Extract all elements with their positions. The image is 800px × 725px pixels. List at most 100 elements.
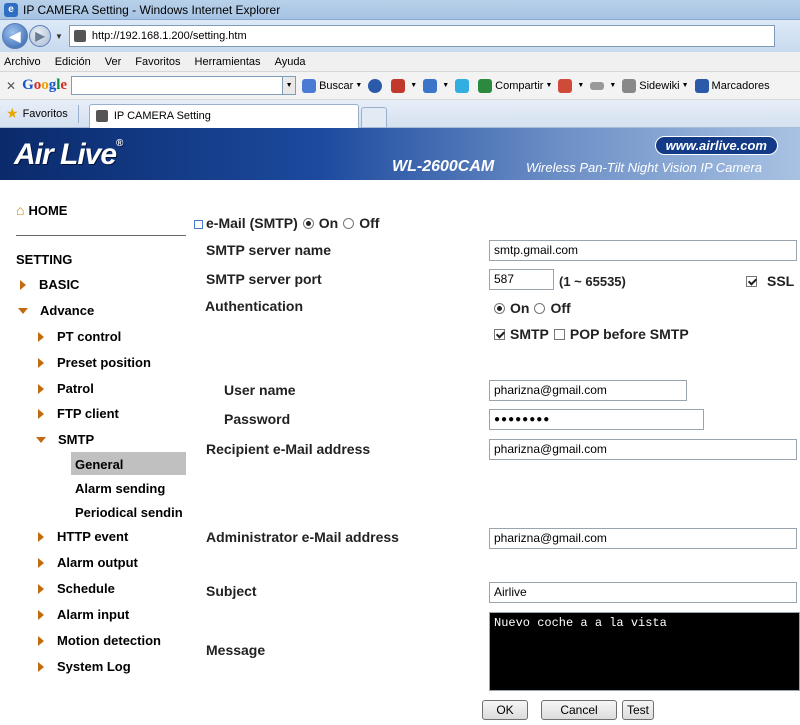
sidebar-item-smtp[interactable]: SMTP	[36, 432, 94, 447]
auth-off-label: Off	[550, 300, 571, 316]
menu-favoritos[interactable]: Favoritos	[135, 56, 180, 68]
email-on-label: On	[318, 215, 339, 231]
auth-method-options: SMTP POP before SMTP	[494, 326, 694, 342]
back-button[interactable]: ◀	[2, 23, 28, 49]
smtp-server-name-label: SMTP server name	[206, 242, 332, 258]
email-off-radio[interactable]	[343, 217, 355, 229]
triangle-right-icon	[38, 635, 44, 646]
menu-bar: Archivo Edición Ver Favoritos Herramient…	[0, 52, 800, 72]
subject-input[interactable]: Airlive	[489, 582, 797, 603]
forward-button[interactable]: ▶	[29, 25, 51, 47]
sidebar-item-advance[interactable]: Advance	[18, 303, 94, 318]
test-button[interactable]: Test	[622, 700, 654, 720]
username-input[interactable]: pharizna@gmail.com	[489, 380, 687, 401]
home-link[interactable]: ⌂ HOME	[16, 202, 67, 218]
triangle-down-icon	[18, 307, 28, 314]
favorites-button[interactable]: Favoritos	[23, 108, 68, 120]
admin-email-label: Administrator e-Mail address	[206, 529, 399, 545]
ok-button[interactable]: OK	[482, 700, 528, 720]
plus-button[interactable]: ▼	[423, 78, 449, 93]
buscar-button[interactable]: Buscar ▼	[302, 78, 362, 93]
recipient-email-input[interactable]: pharizna@gmail.com	[489, 439, 797, 460]
message-textarea[interactable]: Nuevo coche a a la vista	[489, 612, 800, 691]
globe-button[interactable]	[368, 78, 385, 93]
autofill-button[interactable]: ▼	[590, 81, 616, 90]
triangle-down-icon	[36, 436, 46, 443]
password-input[interactable]: ●●●●●●●●	[489, 409, 704, 430]
email-off-label: Off	[359, 215, 380, 231]
sidebar-item-alarm-input[interactable]: Alarm input	[38, 607, 129, 622]
sidebar-item-pt-control[interactable]: PT control	[38, 329, 121, 344]
twitter-icon	[455, 78, 470, 93]
divider	[16, 235, 186, 236]
browser-tab-ip-camera[interactable]: IP CAMERA Setting	[88, 103, 359, 128]
triangle-right-icon	[38, 383, 44, 394]
menu-edicion[interactable]: Edición	[55, 56, 91, 68]
close-toolbar-icon[interactable]: ✕	[6, 79, 16, 93]
website-badge[interactable]: www.airlive.com	[654, 136, 778, 155]
settings-sidebar: ⌂ HOME SETTING BASIC Advance PT control …	[0, 180, 186, 725]
admin-email-input[interactable]: pharizna@gmail.com	[489, 528, 797, 549]
smtp-server-port-input[interactable]: 587	[489, 269, 554, 290]
menu-herramientas[interactable]: Herramientas	[195, 56, 261, 68]
email-smtp-label: e-Mail (SMTP)	[194, 215, 298, 231]
popup-blocker-icon	[558, 78, 573, 93]
authentication-label: Authentication	[205, 298, 303, 314]
google-toolbar: ✕ Google ▼ Buscar ▼ ▼ ▼ Compartir ▼ ▼ ▼ Si…	[0, 72, 800, 100]
page-viewport: Air Live® www.airlive.com WL-2600CAM Wir…	[0, 128, 800, 725]
email-smtp-row: e-Mail (SMTP) On Off	[194, 215, 384, 231]
form-icon	[590, 81, 605, 90]
auth-off-radio[interactable]	[534, 302, 546, 314]
sidebar-item-ftp-client[interactable]: FTP client	[38, 406, 119, 421]
sidebar-item-system-log[interactable]: System Log	[38, 659, 131, 674]
tools-button[interactable]: ▼	[391, 78, 417, 93]
menu-archivo[interactable]: Archivo	[4, 56, 41, 68]
page-icon	[73, 30, 86, 42]
sidebar-item-http-event[interactable]: HTTP event	[38, 529, 128, 544]
sidebar-item-alarm-output[interactable]: Alarm output	[38, 555, 138, 570]
auth-on-radio[interactable]	[494, 302, 505, 314]
password-label: Password	[224, 411, 291, 427]
ssl-label: SSL	[767, 273, 795, 289]
airlive-logo: Air Live®	[14, 138, 123, 171]
star-outline-icon	[694, 78, 709, 93]
sidebar-item-motion-detection[interactable]: Motion detection	[38, 633, 161, 648]
menu-ver[interactable]: Ver	[105, 56, 122, 68]
home-icon: ⌂	[16, 202, 25, 218]
auth-on-label: On	[510, 300, 530, 316]
username-label: User name	[224, 382, 296, 398]
sidewiki-button[interactable]: Sidewiki ▼	[622, 78, 689, 93]
menu-ayuda[interactable]: Ayuda	[275, 56, 306, 68]
marcadores-button[interactable]: Marcadores	[694, 78, 770, 93]
auth-smtp-checkbox[interactable]	[494, 328, 505, 340]
sidebar-item-schedule[interactable]: Schedule	[38, 581, 115, 596]
smtp-server-port-label: SMTP server port	[206, 271, 322, 287]
ssl-checkbox[interactable]	[746, 275, 757, 287]
sidebar-item-patrol[interactable]: Patrol	[38, 381, 94, 396]
popup-blocker-button[interactable]: ▼	[558, 78, 584, 93]
compartir-button[interactable]: Compartir ▼	[478, 78, 552, 93]
google-search-dropdown[interactable]: ▼	[283, 76, 297, 95]
address-bar[interactable]: http://192.168.1.200/setting.htm	[68, 25, 775, 47]
recipient-email-label: Recipient e-Mail address	[206, 441, 371, 457]
sidebar-item-general[interactable]: General	[75, 457, 123, 472]
triangle-right-icon	[38, 408, 44, 419]
smtp-server-name-input[interactable]: smtp.gmail.com	[489, 240, 797, 261]
sidebar-item-basic[interactable]: BASIC	[20, 277, 79, 292]
sidebar-item-preset-position[interactable]: Preset position	[38, 355, 151, 370]
smtp-settings-form: e-Mail (SMTP) On Off SMTP server name sm…	[186, 180, 800, 725]
twitter-button[interactable]	[455, 78, 472, 93]
sidebar-item-periodical-sending[interactable]: Periodical sendin	[75, 505, 186, 520]
sidebar-item-alarm-sending[interactable]: Alarm sending	[75, 481, 165, 496]
divider	[77, 104, 79, 123]
pop-before-smtp-checkbox[interactable]	[553, 328, 565, 340]
message-label: Message	[206, 642, 266, 658]
history-dropdown-icon[interactable]: ▼	[55, 32, 63, 41]
triangle-right-icon	[38, 661, 44, 672]
triangle-right-icon	[38, 583, 44, 594]
google-search-input[interactable]	[71, 76, 284, 95]
ie-app-icon: e	[4, 2, 18, 17]
cancel-button[interactable]: Cancel	[541, 700, 617, 720]
email-on-radio[interactable]	[302, 217, 314, 229]
new-tab-button[interactable]	[360, 106, 387, 127]
